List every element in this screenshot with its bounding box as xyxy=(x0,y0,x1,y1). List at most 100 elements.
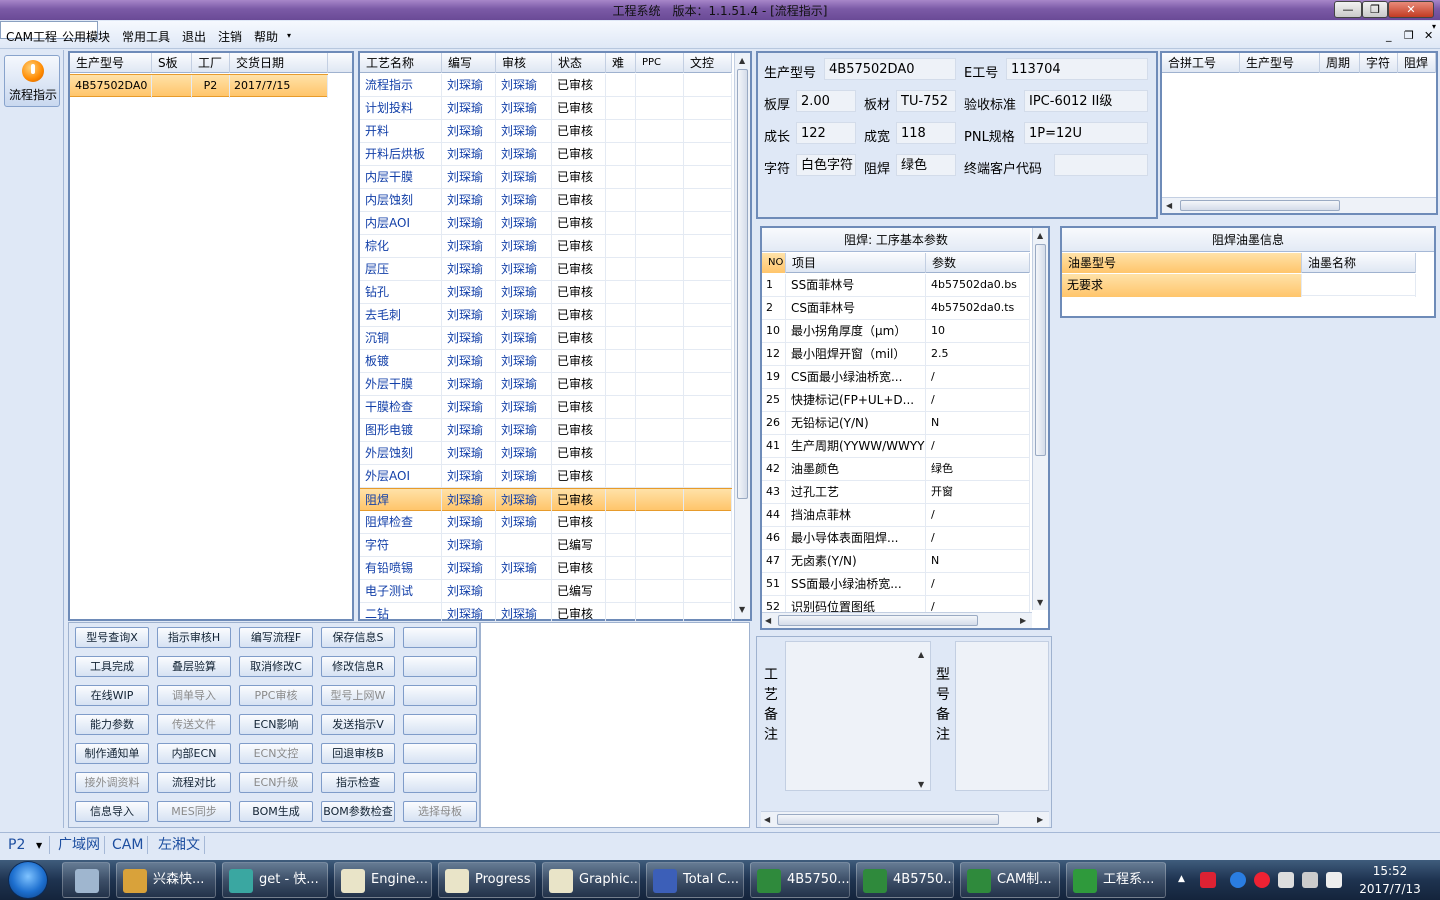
taskbar-item[interactable]: 4B5750... xyxy=(750,862,850,898)
table-row[interactable]: 47 无卤素(Y/N) N xyxy=(762,550,1030,573)
taskbar-item[interactable]: Engine... xyxy=(334,862,432,898)
table-row[interactable]: 42 油墨颜色 绿色 xyxy=(762,458,1030,481)
menu-cam[interactable]: CAM工程 xyxy=(6,28,57,45)
start-button[interactable] xyxy=(8,861,48,899)
function-button[interactable]: 指示检查 xyxy=(321,772,395,793)
function-button[interactable]: 发送指示V xyxy=(321,714,395,735)
table-row[interactable]: 51 SS面最小绿油桥宽... / xyxy=(762,573,1030,596)
nav-process-instruction-button[interactable]: 流程指示 xyxy=(4,55,60,107)
pnl-field[interactable]: 1P=12U xyxy=(1024,122,1148,144)
function-button[interactable]: 回退审核B xyxy=(321,743,395,764)
scroll-down-icon[interactable]: ▼ xyxy=(1037,598,1043,607)
function-button[interactable]: ECN文控 xyxy=(239,743,313,764)
table-row[interactable]: 阻焊检查 刘琛瑜 刘琛瑜 已审核 xyxy=(360,511,732,534)
table-row[interactable]: 内层干膜 刘琛瑜 刘琛瑜 已审核 xyxy=(360,166,732,189)
taskbar-item[interactable]: Total C... xyxy=(646,862,744,898)
function-button[interactable]: 叠层验算 xyxy=(157,656,231,677)
minimize-button[interactable]: — xyxy=(1334,1,1362,18)
table-row[interactable]: 钻孔 刘琛瑜 刘琛瑜 已审核 xyxy=(360,281,732,304)
network-icon[interactable] xyxy=(1302,872,1318,888)
standard-field[interactable]: IPC-6012 II级 xyxy=(1024,90,1148,112)
table-row[interactable]: 41 生产周期(YYWW/WWYY) / xyxy=(762,435,1030,458)
function-button[interactable]: 编写流程F xyxy=(239,627,313,648)
notes-hscroll[interactable]: ◀ ▶ xyxy=(761,811,1049,827)
table-row[interactable]: 流程指示 刘琛瑜 刘琛瑜 已审核 xyxy=(360,74,732,97)
function-button[interactable]: 内部ECN xyxy=(157,743,231,764)
scroll-thumb[interactable] xyxy=(778,615,978,626)
close-button[interactable]: ✕ xyxy=(1388,1,1434,18)
table-row[interactable]: 外层AOI 刘琛瑜 刘琛瑜 已审核 xyxy=(360,465,732,488)
table-row[interactable]: 19 CS面最小绿油桥宽... / xyxy=(762,366,1030,389)
col-ink-name[interactable]: 油墨名称 xyxy=(1302,253,1416,273)
col-writer[interactable]: 编写 xyxy=(442,53,496,73)
table-row[interactable]: 外层蚀刻 刘琛瑜 刘琛瑜 已审核 xyxy=(360,442,732,465)
table-row[interactable]: 内层AOI 刘琛瑜 刘琛瑜 已审核 xyxy=(360,212,732,235)
scroll-down-icon[interactable]: ▼ xyxy=(918,780,924,789)
col-difficulty[interactable]: 难 xyxy=(606,53,636,73)
table-row[interactable]: 电子测试 刘琛瑜 已编写 xyxy=(360,580,732,603)
scroll-left-icon[interactable]: ◀ xyxy=(1166,201,1172,210)
table-row[interactable]: 4B57502DA0 P2 2017/7/15 xyxy=(70,74,328,98)
material-field[interactable]: TU-752 xyxy=(896,90,956,112)
empty-button[interactable] xyxy=(403,772,477,793)
function-button[interactable]: 流程对比 xyxy=(157,772,231,793)
scroll-thumb[interactable] xyxy=(777,814,999,825)
taskbar-item[interactable] xyxy=(62,862,110,898)
function-button[interactable]: BOM生成 xyxy=(239,801,313,822)
scroll-thumb[interactable] xyxy=(737,69,748,499)
taskbar-item[interactable]: 兴森快... xyxy=(116,862,216,898)
function-button[interactable]: 型号上网W xyxy=(321,685,395,706)
menu-help[interactable]: 帮助 xyxy=(254,28,278,45)
table-row[interactable]: 板镀 刘琛瑜 刘琛瑜 已审核 xyxy=(360,350,732,373)
customer-code-field[interactable] xyxy=(1054,154,1148,176)
length-field[interactable]: 122 xyxy=(796,122,856,144)
scroll-down-icon[interactable]: ▼ xyxy=(739,605,745,614)
scroll-left-icon[interactable]: ◀ xyxy=(764,815,770,824)
function-button[interactable]: 调单导入 xyxy=(157,685,231,706)
table-row[interactable]: 无要求 xyxy=(1062,274,1416,297)
empty-button[interactable] xyxy=(403,685,477,706)
mdi-restore-button[interactable]: ❐ xyxy=(1404,29,1414,42)
col-process-name[interactable]: 工艺名称 xyxy=(360,53,442,73)
function-button[interactable]: 制作通知单 xyxy=(75,743,149,764)
col-ppc[interactable]: PPC xyxy=(636,53,684,73)
clock-time[interactable]: 15:52 xyxy=(1364,864,1416,878)
table-row[interactable]: 12 最小阻焊开窗（mil） 2.5 xyxy=(762,343,1030,366)
model-field[interactable]: 4B57502DA0 xyxy=(824,58,956,80)
table-row[interactable]: 2 CS面菲林号 4b57502da0.ts xyxy=(762,297,1030,320)
taskbar-item[interactable]: 4B5750... xyxy=(856,862,954,898)
table-row[interactable]: 外层干膜 刘琛瑜 刘琛瑜 已审核 xyxy=(360,373,732,396)
menu-logout[interactable]: 注销 xyxy=(218,28,242,45)
table-row[interactable]: 25 快捷标记(FP+UL+D... / xyxy=(762,389,1030,412)
width-field[interactable]: 118 xyxy=(896,122,956,144)
menu-exit[interactable]: 退出 xyxy=(182,28,206,45)
taskbar-item[interactable]: Progress xyxy=(438,862,536,898)
function-button[interactable]: 工具完成 xyxy=(75,656,149,677)
table-row[interactable]: 去毛刺 刘琛瑜 刘琛瑜 已审核 xyxy=(360,304,732,327)
scroll-up-icon[interactable]: ▲ xyxy=(1037,231,1043,240)
table-row[interactable]: 10 最小拐角厚度（μm） 10 xyxy=(762,320,1030,343)
function-button[interactable]: 接外调资料 xyxy=(75,772,149,793)
clock-date[interactable]: 2017/7/13 xyxy=(1352,882,1428,896)
table-row[interactable]: 内层蚀刻 刘琛瑜 刘琛瑜 已审核 xyxy=(360,189,732,212)
taskbar-item[interactable]: Graphic... xyxy=(542,862,640,898)
col-ink-model[interactable]: 油墨型号 xyxy=(1062,253,1302,273)
function-button[interactable]: BOM参数检查 xyxy=(321,801,395,822)
mdi-close-button[interactable]: ✕ xyxy=(1424,29,1433,42)
tray-expand-icon[interactable]: ▲ xyxy=(1178,874,1188,884)
col-factory[interactable]: 工厂 xyxy=(192,53,230,73)
col-status[interactable]: 状态 xyxy=(552,53,606,73)
table-row[interactable]: 阻焊 刘琛瑜 刘琛瑜 已审核 xyxy=(360,488,732,512)
function-button[interactable]: MES同步 xyxy=(157,801,231,822)
table-row[interactable]: 开料后烘板 刘琛瑜 刘琛瑜 已审核 xyxy=(360,143,732,166)
char-field[interactable]: 白色字符 xyxy=(796,154,856,176)
chevron-down-icon[interactable]: ▼ xyxy=(36,841,42,850)
scroll-right-icon[interactable]: ▶ xyxy=(1037,815,1043,824)
table-row[interactable]: 图形电镀 刘琛瑜 刘琛瑜 已审核 xyxy=(360,419,732,442)
taskbar-item[interactable]: 工程系... xyxy=(1066,862,1166,898)
function-button[interactable]: 能力参数 xyxy=(75,714,149,735)
taskbar-item[interactable]: get - 快... xyxy=(222,862,328,898)
function-button[interactable]: 指示审核H xyxy=(157,627,231,648)
table-row[interactable]: 计划投料 刘琛瑜 刘琛瑜 已审核 xyxy=(360,97,732,120)
col-no[interactable]: NO xyxy=(762,253,786,273)
